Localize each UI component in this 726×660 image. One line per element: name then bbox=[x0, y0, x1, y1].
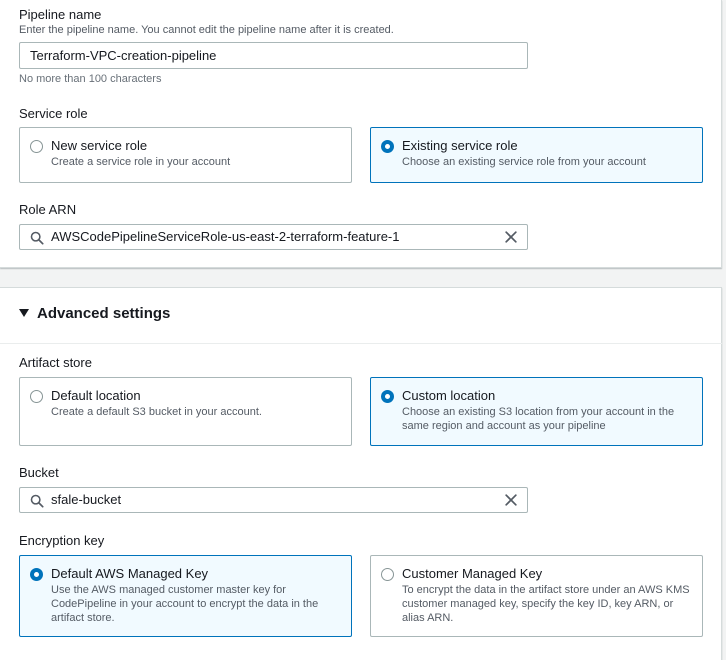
existing-service-role-description: Choose an existing service role from you… bbox=[402, 156, 646, 168]
role-arn-value: AWSCodePipelineServiceRole-us-east-2-ter… bbox=[51, 229, 400, 244]
default-aws-managed-key-radio[interactable] bbox=[30, 568, 43, 581]
custom-location-title: Custom location bbox=[402, 388, 496, 403]
pipeline-name-label: Pipeline name bbox=[19, 7, 102, 22]
new-service-role-title: New service role bbox=[51, 138, 148, 153]
new-service-role-description: Create a service role in your account bbox=[51, 156, 231, 168]
default-location-description: Create a default S3 bucket in your accou… bbox=[51, 406, 262, 418]
customer-managed-key-description: To encrypt the data in the artifact stor… bbox=[402, 584, 690, 624]
default-location-title: Default location bbox=[51, 388, 141, 403]
pipeline-settings-panel: Pipeline name Enter the pipeline name. Y… bbox=[0, 0, 722, 268]
clear-icon[interactable] bbox=[504, 493, 518, 507]
existing-service-role-title: Existing service role bbox=[402, 138, 518, 153]
default-location-option[interactable]: Default location Create a default S3 buc… bbox=[19, 377, 352, 446]
pipeline-name-description: Enter the pipeline name. You cannot edit… bbox=[19, 24, 394, 36]
section-divider bbox=[0, 343, 722, 344]
default-aws-managed-key-title: Default AWS Managed Key bbox=[51, 566, 209, 581]
new-service-role-option[interactable]: New service role Create a service role i… bbox=[19, 127, 352, 183]
new-service-role-radio[interactable] bbox=[30, 140, 43, 153]
service-role-label: Service role bbox=[19, 106, 88, 121]
role-arn-input[interactable]: AWSCodePipelineServiceRole-us-east-2-ter… bbox=[19, 224, 528, 250]
advanced-settings-title: Advanced settings bbox=[37, 305, 171, 322]
advanced-settings-panel: Advanced settings Artifact store Default… bbox=[0, 287, 722, 660]
role-arn-label: Role ARN bbox=[19, 202, 77, 217]
advanced-settings-toggle[interactable]: Advanced settings bbox=[19, 305, 170, 322]
search-icon bbox=[30, 231, 44, 245]
search-icon bbox=[30, 494, 44, 508]
customer-managed-key-radio[interactable] bbox=[381, 568, 394, 581]
pipeline-name-constraint: No more than 100 characters bbox=[19, 73, 162, 85]
clear-icon[interactable] bbox=[504, 230, 518, 244]
existing-service-role-radio[interactable] bbox=[381, 140, 394, 153]
pipeline-name-input[interactable]: Terraform-VPC-creation-pipeline bbox=[19, 42, 528, 69]
custom-location-radio[interactable] bbox=[381, 390, 394, 403]
default-location-radio[interactable] bbox=[30, 390, 43, 403]
bucket-value: sfale-bucket bbox=[51, 492, 122, 507]
customer-managed-key-option[interactable]: Customer Managed Key To encrypt the data… bbox=[370, 555, 703, 637]
artifact-store-label: Artifact store bbox=[19, 355, 92, 370]
custom-location-description: Choose an existing S3 location from your… bbox=[402, 406, 675, 432]
custom-location-option[interactable]: Custom location Choose an existing S3 lo… bbox=[370, 377, 703, 446]
bucket-label: Bucket bbox=[19, 465, 59, 480]
bucket-input[interactable]: sfale-bucket bbox=[19, 487, 528, 513]
encryption-key-label: Encryption key bbox=[19, 533, 105, 548]
customer-managed-key-title: Customer Managed Key bbox=[402, 566, 543, 581]
existing-service-role-option[interactable]: Existing service role Choose an existing… bbox=[370, 127, 703, 183]
default-aws-managed-key-option[interactable]: Default AWS Managed Key Use the AWS mana… bbox=[19, 555, 352, 637]
default-aws-managed-key-description: Use the AWS managed customer master key … bbox=[51, 584, 319, 624]
caret-down-icon bbox=[19, 309, 29, 317]
